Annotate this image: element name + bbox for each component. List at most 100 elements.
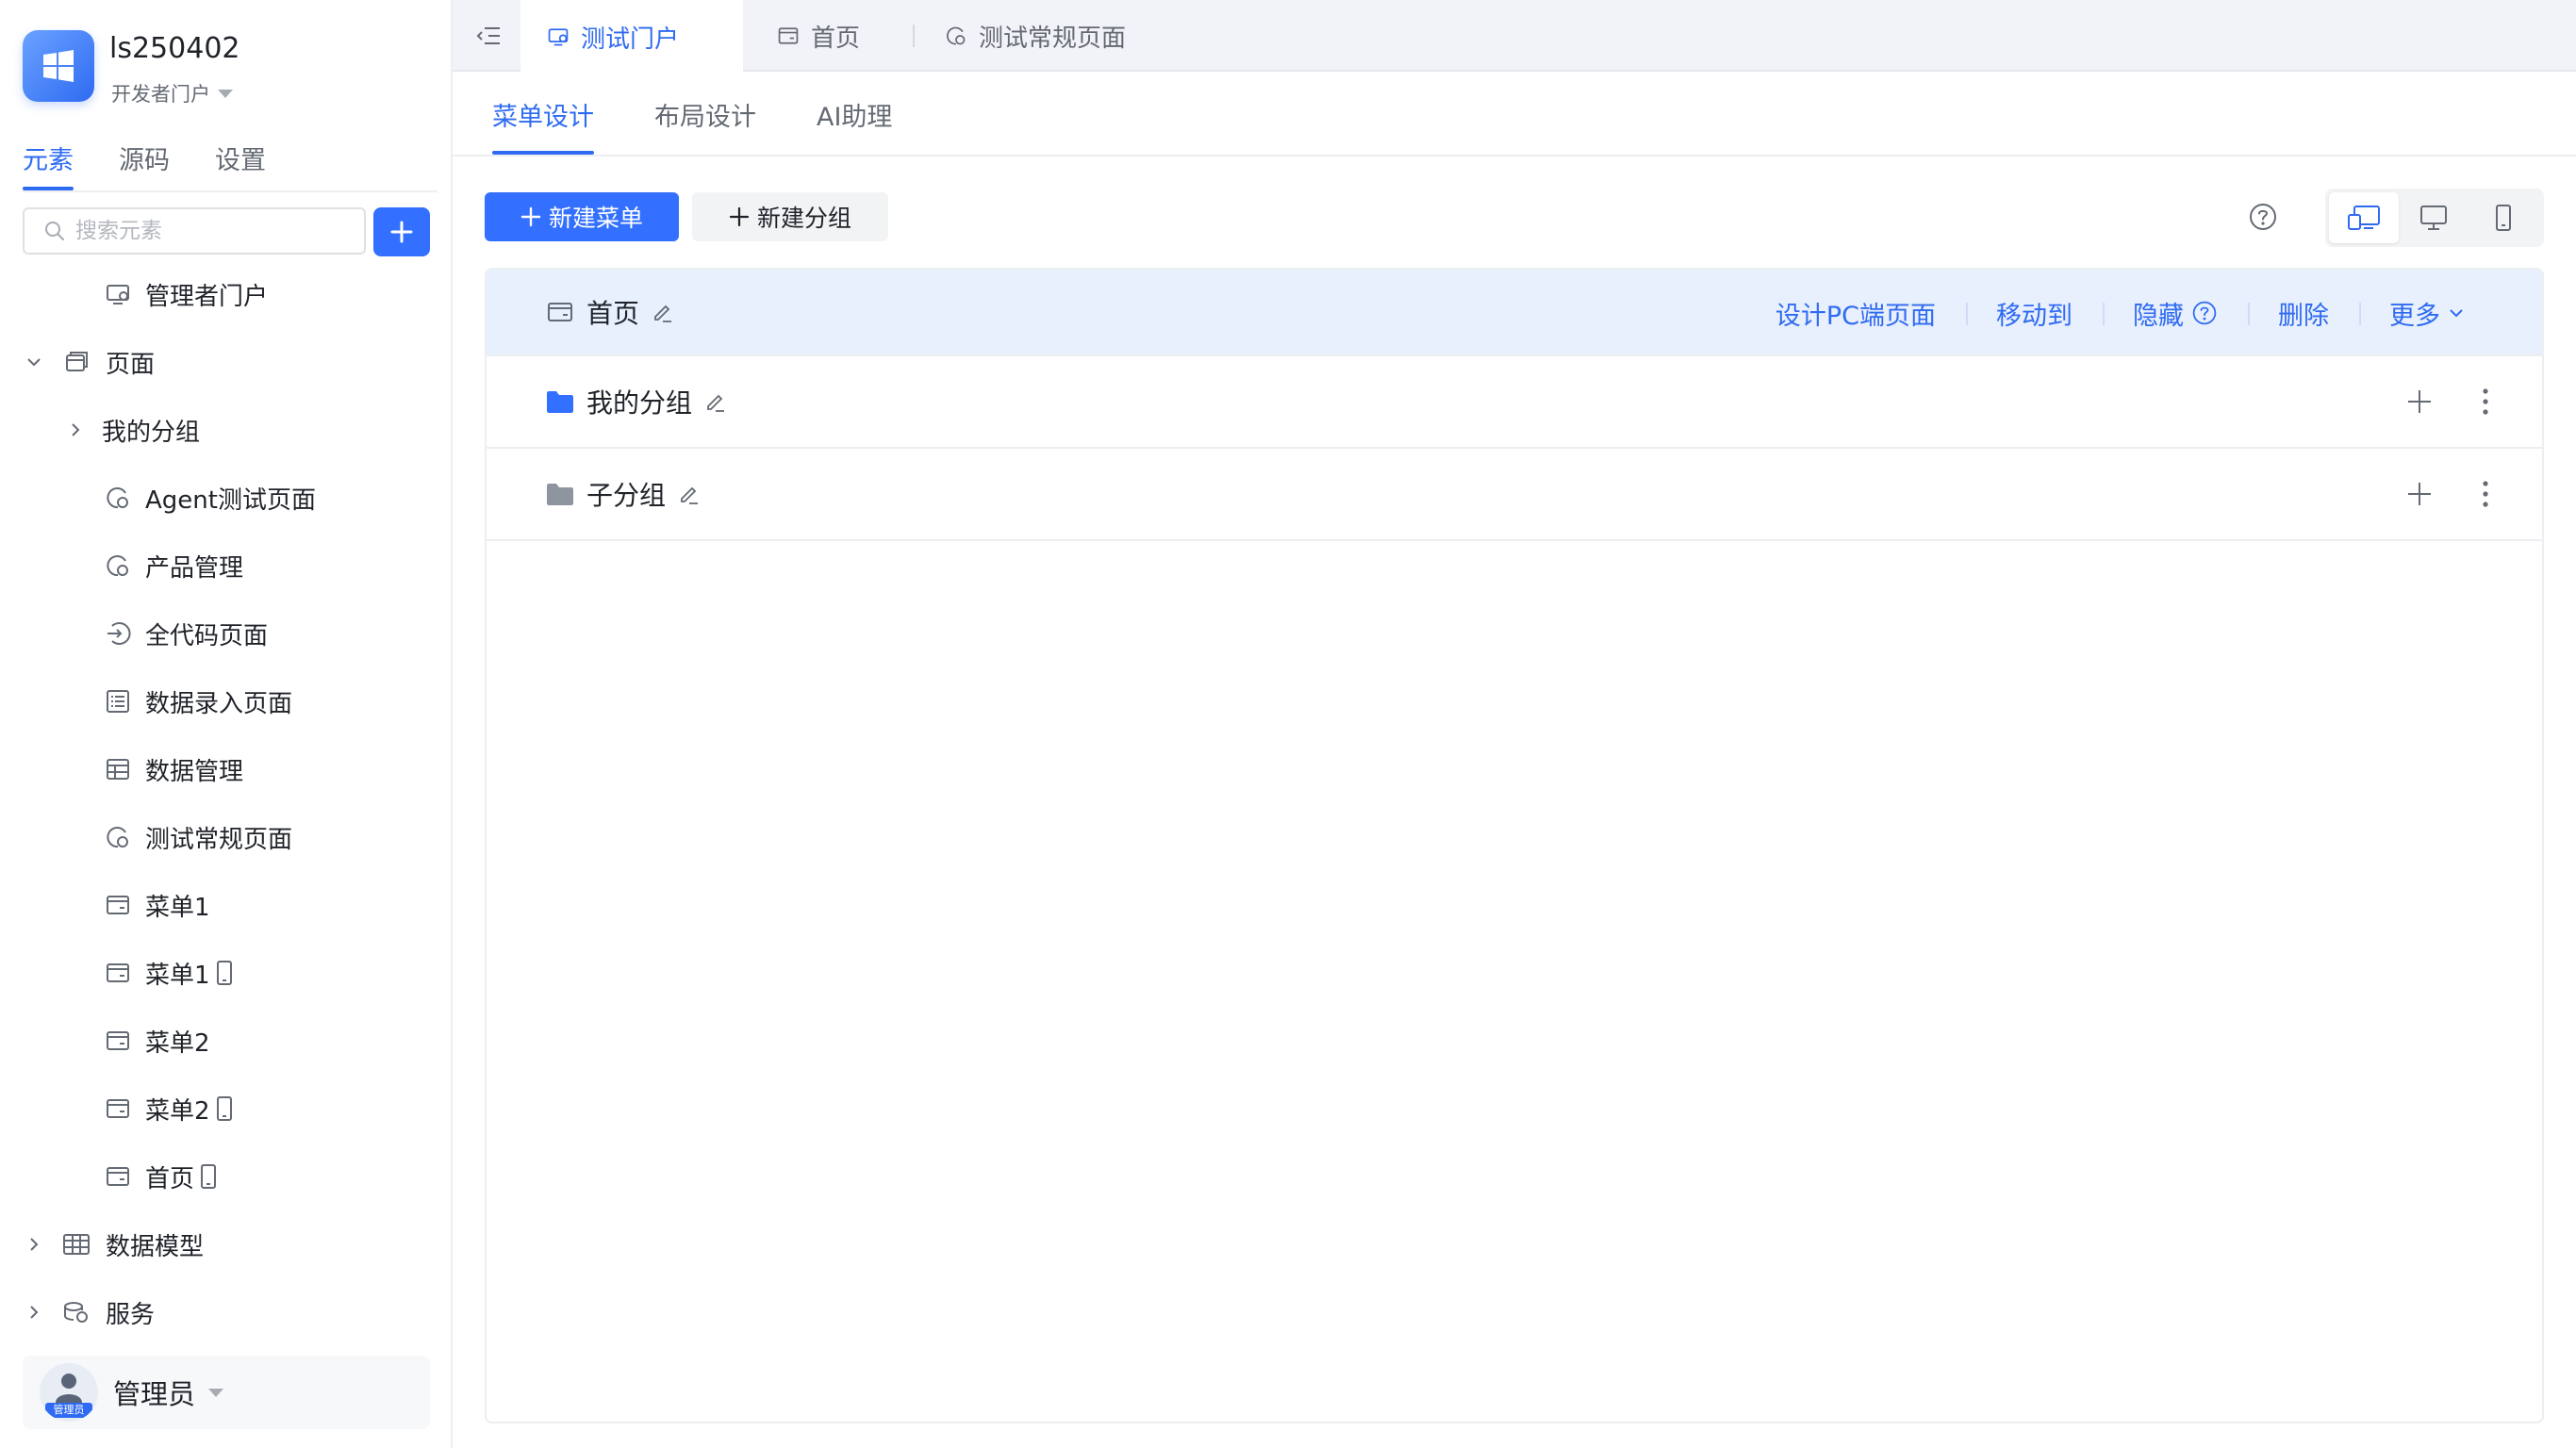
new-menu-button[interactable]: 新建菜单 [485, 192, 679, 241]
sidebar-tab-settings[interactable]: 设置 [215, 140, 266, 190]
add-child-button[interactable] [2403, 477, 2436, 511]
menu-page-icon [104, 959, 132, 987]
device-all-button[interactable] [2329, 192, 2399, 243]
pencil-icon [654, 304, 671, 322]
tree-item-test-regular-page[interactable]: 测试常规页面 [0, 803, 449, 871]
element-search-box[interactable] [23, 207, 366, 255]
chevron-down-icon [2450, 309, 2463, 318]
menu-row-home[interactable]: 首页 设计PC端页面 移动到 隐藏 删除 更多 [487, 270, 2542, 356]
tree-item-my-group[interactable]: 我的分组 [0, 396, 449, 464]
action-label: 更多 [2389, 301, 2440, 331]
tree-item-services[interactable]: 服务 [0, 1278, 449, 1346]
more-dropdown[interactable]: 更多 [2359, 295, 2495, 332]
chevron-right-icon[interactable] [25, 1303, 43, 1322]
edit-name-button[interactable] [677, 482, 702, 506]
regular-page-icon [104, 823, 132, 851]
app-logo[interactable] [23, 30, 94, 102]
hide-link[interactable]: 隐藏 [2103, 295, 2248, 332]
tree-item-label: 管理者门户 [145, 282, 269, 311]
tree-item-label: 我的分组 [102, 418, 201, 447]
menu-row-label: 首页 [586, 298, 640, 329]
action-label: 删除 [2278, 301, 2329, 331]
action-label: 移动到 [1996, 301, 2072, 331]
menu-page-icon [104, 1027, 132, 1055]
avatar-role-tag: 管理员 [45, 1403, 92, 1418]
menu-row-sub-group[interactable]: 子分组 [487, 449, 2542, 541]
tree-item-home-mobile[interactable]: 首页 [0, 1143, 449, 1210]
tab-ai-assistant[interactable]: AI助理 [817, 96, 892, 155]
tree-item-agent-test-page[interactable]: Agent测试页面 [0, 464, 449, 532]
plus-icon [2408, 483, 2431, 505]
tab-separator [913, 25, 915, 47]
menu-row-my-group[interactable]: 我的分组 [487, 356, 2542, 449]
tab-home[interactable]: 首页 [751, 0, 886, 72]
portal-icon [548, 28, 569, 46]
pencil-icon [707, 394, 724, 412]
edit-name-button[interactable] [651, 300, 675, 324]
add-element-button[interactable] [373, 207, 430, 256]
tab-label: 测试门户 [581, 25, 680, 54]
device-desktop-button[interactable] [2399, 192, 2469, 243]
tab-test-regular-page[interactable]: 测试常规页面 [918, 0, 1152, 72]
more-options-button[interactable] [2469, 385, 2502, 419]
design-tabs: 菜单设计 布局设计 AI助理 [492, 96, 892, 155]
portal-icon [104, 280, 132, 308]
tab-test-portal[interactable]: 测试门户 [520, 0, 743, 74]
tab-layout-design[interactable]: 布局设计 [654, 96, 756, 155]
search-icon [45, 222, 64, 240]
move-to-link[interactable]: 移动到 [1966, 295, 2103, 332]
data-model-icon [62, 1230, 91, 1259]
tree-item-menu1[interactable]: 菜单1 [0, 871, 449, 939]
service-icon [62, 1298, 91, 1326]
table-page-icon [104, 755, 132, 783]
menu-page-icon [104, 1094, 132, 1123]
tab-label: 测试常规页面 [979, 24, 1127, 53]
mobile-icon [2496, 205, 2511, 231]
delete-link[interactable]: 删除 [2248, 295, 2359, 332]
tab-menu-design[interactable]: 菜单设计 [492, 96, 594, 155]
chevron-down-icon[interactable] [25, 353, 43, 371]
tree-item-label: 测试常规页面 [145, 825, 293, 854]
help-button[interactable] [2244, 198, 2282, 236]
menu-fold-icon [476, 27, 500, 44]
device-mobile-button[interactable] [2469, 192, 2538, 243]
row-tools [2403, 385, 2502, 419]
tab-label: 首页 [811, 24, 861, 53]
tree-item-menu1-mobile[interactable]: 菜单1 [0, 939, 449, 1007]
question-circle-icon[interactable] [2191, 300, 2218, 326]
more-options-button[interactable] [2469, 477, 2502, 511]
tree-item-menu2-mobile[interactable]: 菜单2 [0, 1075, 449, 1143]
tree-item-label: 产品管理 [145, 553, 244, 583]
sidebar-tab-source[interactable]: 源码 [119, 140, 170, 190]
chevron-right-icon[interactable] [66, 420, 85, 439]
design-tabs-divider [453, 155, 2576, 156]
design-pc-page-link[interactable]: 设计PC端页面 [1745, 295, 1966, 332]
collapse-sidebar-button[interactable] [471, 19, 505, 53]
chevron-right-icon[interactable] [25, 1235, 43, 1254]
add-child-button[interactable] [2403, 385, 2436, 419]
menu-page-icon [104, 1162, 132, 1191]
sidebar-tab-elements[interactable]: 元素 [23, 140, 74, 190]
tree-item-admin-portal[interactable]: 管理者门户 [0, 260, 449, 328]
tree-item-full-code-page[interactable]: 全代码页面 [0, 600, 449, 667]
new-group-button[interactable]: 新建分组 [692, 192, 888, 241]
regular-page-icon [104, 484, 132, 512]
mobile-icon [216, 1096, 232, 1121]
tree-item-label: 服务 [106, 1300, 156, 1329]
tree-item-data-management[interactable]: 数据管理 [0, 735, 449, 803]
app-header: ls250402 开发者门户 [23, 30, 438, 109]
element-search-input[interactable] [75, 219, 349, 243]
tree-item-label: Agent测试页面 [145, 485, 316, 515]
edit-name-button[interactable] [703, 389, 728, 414]
user-menu[interactable]: 管理员 管理员 [23, 1356, 430, 1429]
new-group-label: 新建分组 [756, 205, 851, 232]
windows-logo-icon [43, 50, 74, 82]
regular-page-icon [104, 551, 132, 580]
tree-item-data-entry-page[interactable]: 数据录入页面 [0, 667, 449, 735]
tree-item-pages[interactable]: 页面 [0, 328, 449, 396]
portal-switcher[interactable]: 开发者门户 [111, 79, 233, 107]
tree-item-data-models[interactable]: 数据模型 [0, 1210, 449, 1278]
new-menu-label: 新建菜单 [548, 205, 643, 232]
tree-item-product-management[interactable]: 产品管理 [0, 532, 449, 600]
tree-item-menu2[interactable]: 菜单2 [0, 1007, 449, 1075]
